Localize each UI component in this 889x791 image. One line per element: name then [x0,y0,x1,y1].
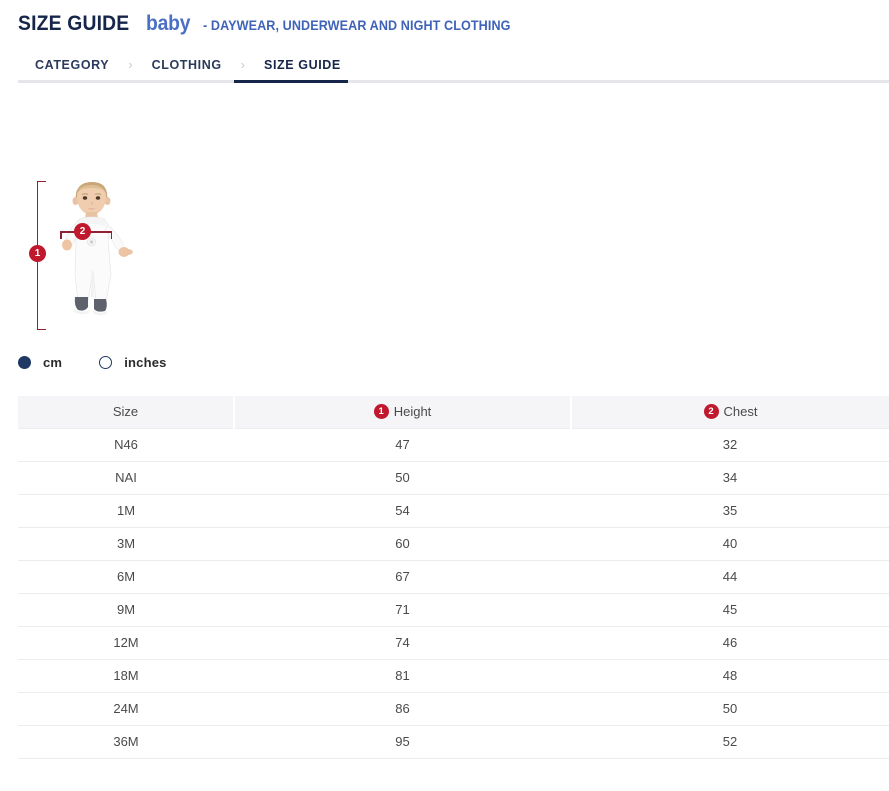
cell-height: 47 [234,428,571,461]
unit-label-cm: cm [43,355,62,370]
unit-selector: cm inches [18,351,889,373]
unit-label-inches: inches [124,355,166,370]
marker-badge-1: 1 [29,245,46,262]
page-title-description: - DAYWEAR, UNDERWEAR AND NIGHT CLOTHING [203,17,511,33]
cell-size: 12M [18,626,234,659]
table-body: N46 47 32 NAI 50 34 1M 54 35 3M 60 40 6M… [18,428,889,758]
cell-height: 50 [234,461,571,494]
cell-size: 18M [18,659,234,692]
chevron-right-icon: › [239,50,247,80]
table-row: 6M 67 44 [18,560,889,593]
cell-chest: 34 [571,461,889,494]
table-row: NAI 50 34 [18,461,889,494]
cell-height: 67 [234,560,571,593]
breadcrumb: CATEGORY › CLOTHING › SIZE GUIDE [18,50,889,80]
column-header-chest-label: Chest [724,404,758,419]
table-row: 9M 71 45 [18,593,889,626]
cell-chest: 35 [571,494,889,527]
height-measure-cap-bottom [37,329,46,330]
cell-size: 36M [18,725,234,758]
radio-cm[interactable] [18,356,31,369]
breadcrumb-item-size-guide[interactable]: SIZE GUIDE [247,50,358,80]
page-title: SIZE GUIDE baby - DAYWEAR, UNDERWEAR AND… [18,12,889,36]
cell-chest: 52 [571,725,889,758]
breadcrumb-item-category[interactable]: CATEGORY [18,50,126,80]
unit-option-inches[interactable]: inches [99,355,166,370]
table-row: 36M 95 52 [18,725,889,758]
cell-height: 74 [234,626,571,659]
table-row: 12M 74 46 [18,626,889,659]
chevron-right-icon: › [126,50,134,80]
cell-size: 9M [18,593,234,626]
page-header: SIZE GUIDE baby - DAYWEAR, UNDERWEAR AND… [0,0,889,36]
page-title-main: SIZE GUIDE [18,12,129,36]
table-row: 24M 86 50 [18,692,889,725]
breadcrumb-item-clothing[interactable]: CLOTHING [135,50,239,80]
cell-chest: 46 [571,626,889,659]
height-measure-cap-top [37,181,46,182]
cell-height: 54 [234,494,571,527]
table-row: 3M 60 40 [18,527,889,560]
size-guide-table: Size 1 Height 2 Chest N46 47 32 [18,396,889,759]
cell-chest: 40 [571,527,889,560]
table-row: 18M 81 48 [18,659,889,692]
chest-measure-tick-right [111,231,113,239]
cell-height: 71 [234,593,571,626]
page-title-category: baby [146,12,190,36]
table-header-row: Size 1 Height 2 Chest [18,396,889,428]
cell-height: 95 [234,725,571,758]
table-row: N46 47 32 [18,428,889,461]
column-header-chest: 2 Chest [571,396,889,428]
cell-chest: 48 [571,659,889,692]
marker-badge-2: 2 [74,223,91,240]
cell-size: 3M [18,527,234,560]
unit-option-cm[interactable]: cm [18,355,62,370]
cell-size: 6M [18,560,234,593]
cell-size: N46 [18,428,234,461]
cell-chest: 32 [571,428,889,461]
table-header: Size 1 Height 2 Chest [18,396,889,428]
breadcrumb-divider [18,80,889,83]
column-header-size: Size [18,396,234,428]
column-header-height-label: Height [394,404,432,419]
cell-size: 24M [18,692,234,725]
cell-height: 60 [234,527,571,560]
radio-inches[interactable] [99,356,112,369]
cell-height: 86 [234,692,571,725]
cell-chest: 44 [571,560,889,593]
cell-chest: 45 [571,593,889,626]
active-tab-indicator [234,80,348,83]
column-header-height: 1 Height [234,396,571,428]
baby-photo [48,179,153,334]
height-badge-icon: 1 [374,404,389,419]
cell-size: 1M [18,494,234,527]
cell-chest: 50 [571,692,889,725]
cell-height: 81 [234,659,571,692]
table-row: 1M 54 35 [18,494,889,527]
chest-measure-tick-left [60,231,62,239]
chest-badge-icon: 2 [704,404,719,419]
column-header-size-label: Size [113,404,138,419]
measurement-illustration: 1 2 [18,179,218,339]
cell-size: NAI [18,461,234,494]
